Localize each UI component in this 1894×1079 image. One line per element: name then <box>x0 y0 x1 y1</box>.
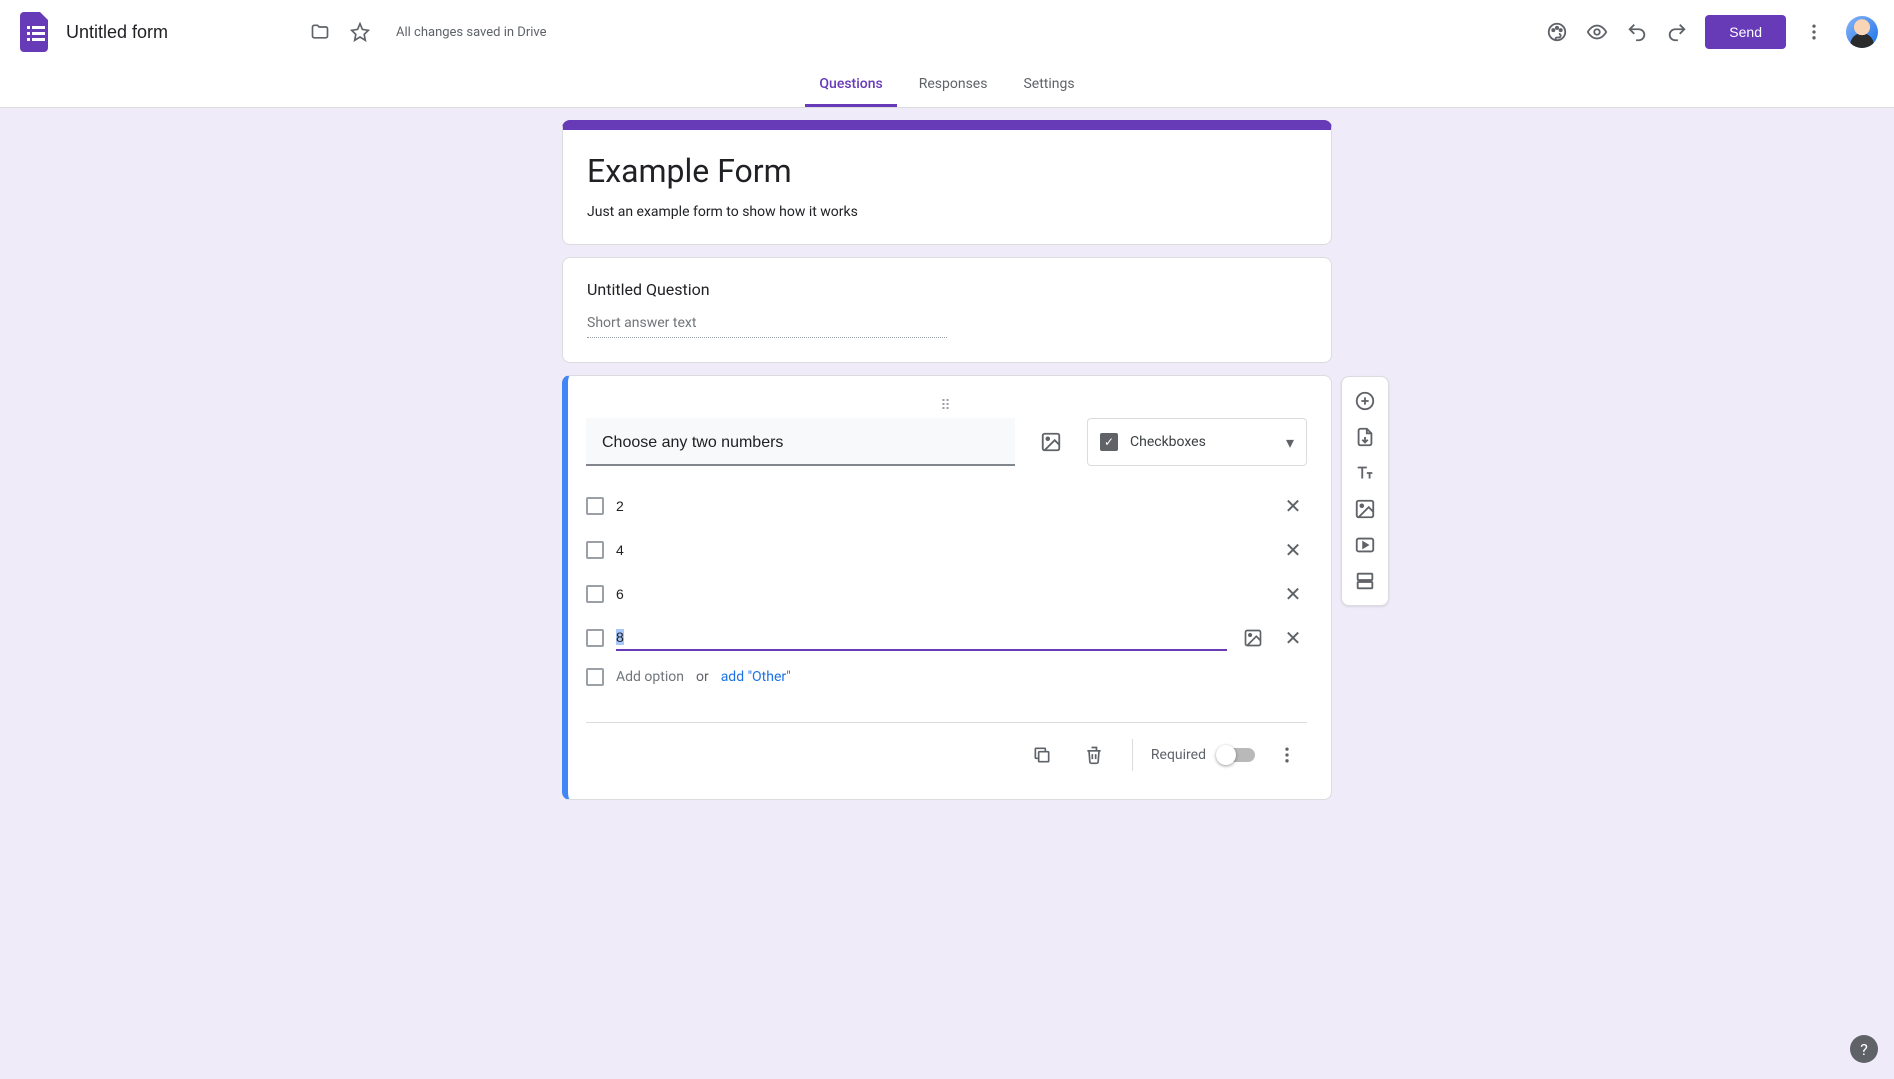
form-title-input[interactable] <box>64 18 300 47</box>
section-icon <box>1354 570 1376 592</box>
side-toolbar <box>1341 376 1389 606</box>
tab-responses[interactable]: Responses <box>905 64 1002 107</box>
palette-icon <box>1546 21 1568 43</box>
option-input[interactable] <box>616 538 1267 563</box>
add-other-link[interactable]: add "Other" <box>721 669 791 685</box>
more-menu-button[interactable] <box>1794 12 1834 52</box>
add-option-or: or <box>696 669 709 685</box>
question-title[interactable]: Untitled Question <box>587 280 1307 299</box>
question-type-select[interactable]: ✓ Checkboxes ▾ <box>1087 418 1307 466</box>
checkbox-indicator-icon <box>586 541 604 559</box>
help-button[interactable]: ? <box>1850 1035 1878 1063</box>
move-to-folder-button[interactable] <box>300 12 340 52</box>
tab-questions[interactable]: Questions <box>805 64 896 107</box>
remove-option-button[interactable]: ✕ <box>1279 536 1307 564</box>
option-input-editing[interactable] <box>616 625 1227 651</box>
more-vert-icon <box>1277 745 1297 765</box>
question-footer: Required <box>586 722 1307 775</box>
add-image-to-question-button[interactable] <box>1031 422 1071 462</box>
question-more-menu-button[interactable] <box>1267 735 1307 775</box>
remove-option-button[interactable]: ✕ <box>1279 624 1307 652</box>
import-icon <box>1354 426 1376 448</box>
option-row: ✕ <box>586 528 1307 572</box>
add-option-row: Add option or add "Other" <box>586 660 1307 694</box>
add-video-button[interactable] <box>1347 527 1383 563</box>
form-title[interactable]: Example Form <box>587 152 1307 190</box>
option-row: ✕ <box>586 484 1307 528</box>
checkbox-indicator-icon <box>586 668 604 686</box>
chevron-down-icon: ▾ <box>1286 433 1294 452</box>
send-button[interactable]: Send <box>1705 15 1786 49</box>
video-icon <box>1354 534 1376 556</box>
more-vert-icon <box>1804 22 1824 42</box>
plus-circle-icon <box>1354 390 1376 412</box>
option-row: ✕ <box>586 616 1307 660</box>
form-canvas: Example Form Just an example form to sho… <box>0 108 1894 872</box>
folder-icon <box>310 22 330 42</box>
add-image-to-option-button[interactable] <box>1239 624 1267 652</box>
text-icon <box>1354 462 1376 484</box>
close-icon: ✕ <box>1285 626 1302 650</box>
checkbox-indicator-icon <box>586 497 604 515</box>
add-option-placeholder[interactable]: Add option <box>616 669 684 685</box>
redo-icon <box>1666 21 1688 43</box>
remove-option-button[interactable]: ✕ <box>1279 492 1307 520</box>
trash-icon <box>1084 745 1104 765</box>
tab-settings[interactable]: Settings <box>1009 64 1088 107</box>
import-questions-button[interactable] <box>1347 419 1383 455</box>
option-input[interactable] <box>616 494 1267 519</box>
tab-bar: Questions Responses Settings <box>0 64 1894 108</box>
form-title-card[interactable]: Example Form Just an example form to sho… <box>562 120 1332 245</box>
checkbox-indicator-icon <box>586 585 604 603</box>
image-icon <box>1040 431 1062 453</box>
remove-option-button[interactable]: ✕ <box>1279 580 1307 608</box>
delete-question-button[interactable] <box>1074 735 1114 775</box>
eye-icon <box>1586 21 1608 43</box>
option-row: ✕ <box>586 572 1307 616</box>
help-icon: ? <box>1860 1040 1868 1059</box>
close-icon: ✕ <box>1285 582 1302 606</box>
star-icon <box>350 22 370 42</box>
image-icon <box>1243 628 1263 648</box>
short-answer-placeholder: Short answer text <box>587 315 947 338</box>
redo-button[interactable] <box>1657 12 1697 52</box>
required-toggle[interactable] <box>1218 748 1255 762</box>
question-card[interactable]: Untitled Question Short answer text <box>562 257 1332 363</box>
undo-icon <box>1626 21 1648 43</box>
customize-theme-button[interactable] <box>1537 12 1577 52</box>
divider <box>1132 739 1133 771</box>
forms-logo <box>16 12 56 52</box>
account-avatar[interactable] <box>1846 16 1878 48</box>
add-title-button[interactable] <box>1347 455 1383 491</box>
save-status: All changes saved in Drive <box>396 25 547 40</box>
question-card-selected[interactable]: ⠿ ✓ Checkboxes ▾ ✕ <box>562 375 1332 800</box>
checkbox-indicator-icon <box>586 629 604 647</box>
star-button[interactable] <box>340 12 380 52</box>
question-title-input[interactable] <box>586 418 1015 466</box>
image-icon <box>1354 498 1376 520</box>
required-label: Required <box>1151 747 1206 763</box>
drag-handle-icon[interactable]: ⠿ <box>586 398 1307 418</box>
form-description[interactable]: Just an example form to show how it work… <box>587 204 1307 220</box>
option-input[interactable] <box>616 582 1267 607</box>
question-type-label: Checkboxes <box>1130 434 1274 450</box>
app-header: All changes saved in Drive Send <box>0 0 1894 64</box>
add-image-button[interactable] <box>1347 491 1383 527</box>
checkbox-icon: ✓ <box>1100 433 1118 451</box>
copy-icon <box>1032 745 1052 765</box>
duplicate-question-button[interactable] <box>1022 735 1062 775</box>
close-icon: ✕ <box>1285 494 1302 518</box>
preview-button[interactable] <box>1577 12 1617 52</box>
add-question-button[interactable] <box>1347 383 1383 419</box>
undo-button[interactable] <box>1617 12 1657 52</box>
add-section-button[interactable] <box>1347 563 1383 599</box>
close-icon: ✕ <box>1285 538 1302 562</box>
